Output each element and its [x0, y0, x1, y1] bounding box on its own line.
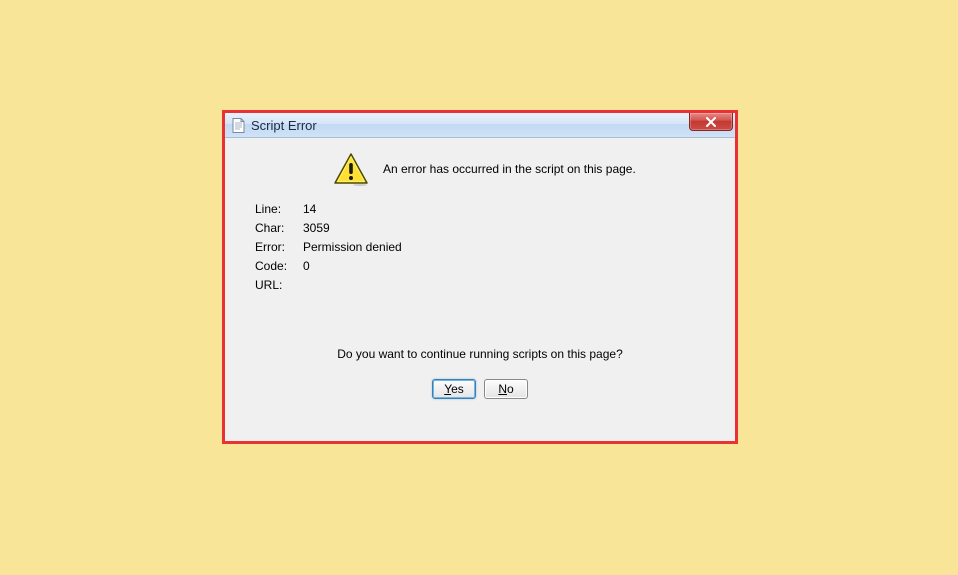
- button-row: Yes No: [249, 379, 711, 399]
- error-details: Line: 14 Char: 3059 Error: Permission de…: [255, 200, 711, 295]
- error-label: Error:: [255, 238, 303, 257]
- detail-error: Error: Permission denied: [255, 238, 711, 257]
- message-row: An error has occurred in the script on t…: [333, 152, 711, 186]
- error-value: Permission denied: [303, 238, 402, 257]
- detail-url: URL:: [255, 276, 711, 295]
- no-button[interactable]: No: [484, 379, 528, 399]
- error-message: An error has occurred in the script on t…: [383, 162, 636, 176]
- dialog-body: An error has occurred in the script on t…: [225, 138, 735, 441]
- code-label: Code:: [255, 257, 303, 276]
- highlight-frame: Script Error: [222, 110, 738, 444]
- line-value: 14: [303, 200, 316, 219]
- titlebar[interactable]: Script Error: [225, 113, 735, 138]
- detail-line: Line: 14: [255, 200, 711, 219]
- detail-char: Char: 3059: [255, 219, 711, 238]
- continue-prompt: Do you want to continue running scripts …: [249, 347, 711, 361]
- script-error-dialog: Script Error: [225, 113, 735, 441]
- yes-button[interactable]: Yes: [432, 379, 476, 399]
- close-button[interactable]: [689, 113, 733, 131]
- dialog-title: Script Error: [251, 118, 317, 133]
- warning-icon: [333, 152, 369, 186]
- detail-code: Code: 0: [255, 257, 711, 276]
- document-icon: [231, 117, 245, 133]
- line-label: Line:: [255, 200, 303, 219]
- code-value: 0: [303, 257, 310, 276]
- char-value: 3059: [303, 219, 330, 238]
- url-label: URL:: [255, 276, 303, 295]
- close-icon: [705, 117, 717, 127]
- char-label: Char:: [255, 219, 303, 238]
